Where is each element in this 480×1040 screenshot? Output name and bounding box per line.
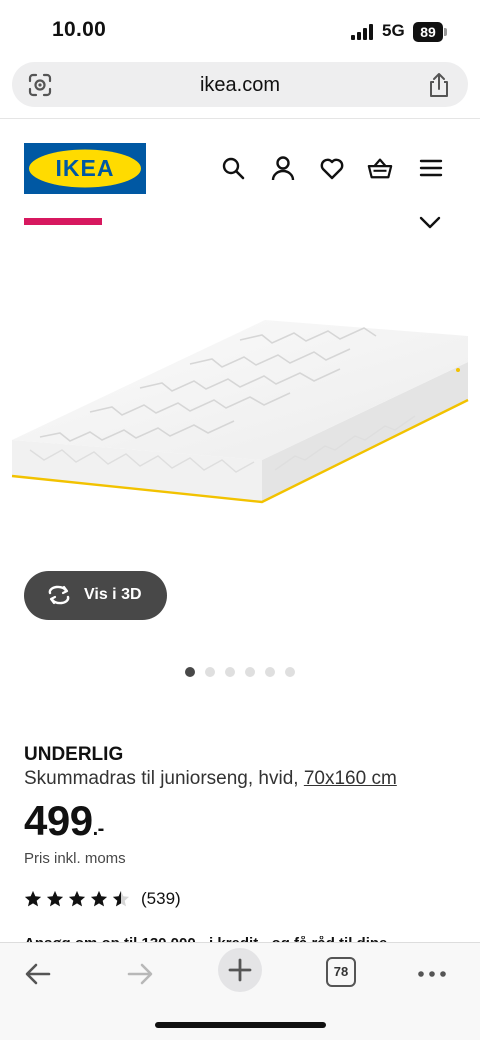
product-price: 499.- — [24, 797, 104, 845]
network-label: 5G — [382, 21, 405, 40]
gallery-dot-6[interactable] — [285, 667, 295, 677]
star-full-icon — [68, 890, 86, 907]
view-in-3d-button[interactable]: Vis i 3D — [24, 571, 167, 620]
back-arrow-icon[interactable] — [22, 958, 54, 990]
status-time: 10.00 — [52, 18, 107, 41]
search-icon[interactable] — [220, 154, 246, 182]
gallery-dot-3[interactable] — [225, 667, 235, 677]
gallery-dot-5[interactable] — [265, 667, 275, 677]
vat-note: Pris inkl. moms — [24, 850, 126, 867]
svg-text:IKEA: IKEA — [56, 155, 115, 181]
review-count[interactable]: (539) — [141, 889, 181, 909]
ikea-logo[interactable]: IKEA — [24, 143, 146, 194]
product-name: UNDERLIG — [24, 744, 124, 765]
signal-icon — [351, 24, 373, 40]
product-description-text: Skummadras til juniorseng, hvid, — [24, 768, 304, 789]
basket-icon[interactable] — [367, 154, 393, 182]
product-size-link[interactable]: 70x160 cm — [304, 768, 397, 789]
star-half-icon — [112, 890, 130, 907]
share-icon[interactable] — [426, 71, 452, 99]
chevron-down-icon[interactable] — [417, 212, 443, 232]
gallery-dot-2[interactable] — [205, 667, 215, 677]
menu-icon[interactable] — [418, 154, 444, 182]
star-full-icon — [24, 890, 42, 907]
plus-icon — [228, 958, 252, 982]
battery-icon: 89 — [413, 22, 447, 42]
rating-stars[interactable] — [24, 890, 134, 910]
home-indicator[interactable] — [155, 1022, 326, 1028]
price-value: 499 — [24, 797, 93, 844]
view-in-3d-label: Vis i 3D — [84, 586, 142, 603]
forward-arrow-icon[interactable] — [124, 958, 156, 990]
tabs-button[interactable]: 78 — [326, 957, 356, 987]
highlight-bar — [24, 218, 102, 225]
account-icon[interactable] — [270, 154, 296, 182]
new-tab-button[interactable] — [218, 948, 262, 992]
address-bar[interactable]: ikea.com — [12, 62, 468, 107]
gallery-pagination[interactable] — [185, 667, 295, 677]
url-text[interactable]: ikea.com — [12, 74, 468, 97]
gallery-dot-4[interactable] — [245, 667, 255, 677]
more-options-icon[interactable] — [416, 958, 448, 990]
gallery-dot-1[interactable] — [185, 667, 195, 677]
battery-level: 89 — [413, 22, 443, 42]
ikea-logo-image: IKEA — [24, 143, 146, 194]
heart-icon[interactable] — [319, 154, 345, 182]
star-full-icon — [46, 890, 64, 907]
price-suffix: .- — [92, 818, 105, 840]
browser-divider — [0, 118, 480, 119]
star-full-icon — [90, 890, 108, 907]
product-description: Skummadras til juniorseng, hvid, 70x160 … — [24, 768, 397, 790]
product-image[interactable] — [0, 300, 480, 530]
rotate-3d-icon — [48, 585, 70, 605]
